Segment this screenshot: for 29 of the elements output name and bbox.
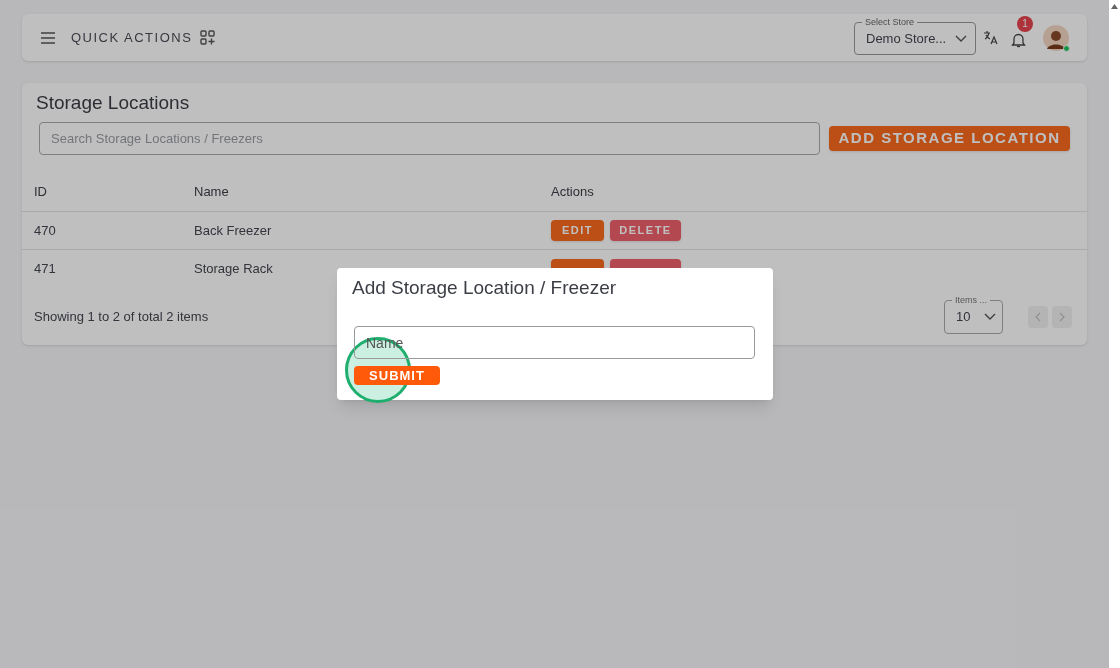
delete-button[interactable]: DELETE [610,220,681,241]
table-cell-text: 471 [33,260,57,279]
translate-icon[interactable] [983,30,998,45]
pagination-summary: Showing 1 to 2 of total 2 items [34,308,210,327]
table-cell-text: Storage Rack [194,260,274,279]
chevron-down-icon [955,34,967,43]
column-header: Name [194,182,230,201]
page-title: Storage Locations [36,91,191,115]
avatar[interactable] [1043,24,1069,51]
edit-button[interactable]: EDIT [551,220,604,241]
table-cell-text: Back Freezer [194,221,273,240]
table-cell-text: 470 [33,221,57,240]
chevron-down-icon [984,313,996,321]
column-header: Actions [551,182,595,201]
chevron-right-icon [1058,312,1066,322]
grid-plus-icon[interactable] [200,30,216,45]
chevron-left-icon [1034,312,1042,322]
search-field[interactable]: Search Storage Locations / Freezers [39,122,820,155]
page-size-label: Items ... [952,294,990,306]
quick-actions-label[interactable]: QUICK ACTIONS [71,27,193,48]
bell-icon[interactable] [1011,31,1026,48]
notification-badge: 1 [1017,15,1033,32]
menu-icon[interactable] [40,30,56,45]
submit-button[interactable]: SUBMIT [354,366,440,385]
scroll-up-icon[interactable] [1111,4,1118,9]
column-header: ID [33,182,48,201]
add-storage-location-button[interactable]: ADD STORAGE LOCATION [829,126,1070,151]
dialog-title: Add Storage Location / Freezer [352,276,618,300]
store-select-label: Select Store [862,16,918,28]
